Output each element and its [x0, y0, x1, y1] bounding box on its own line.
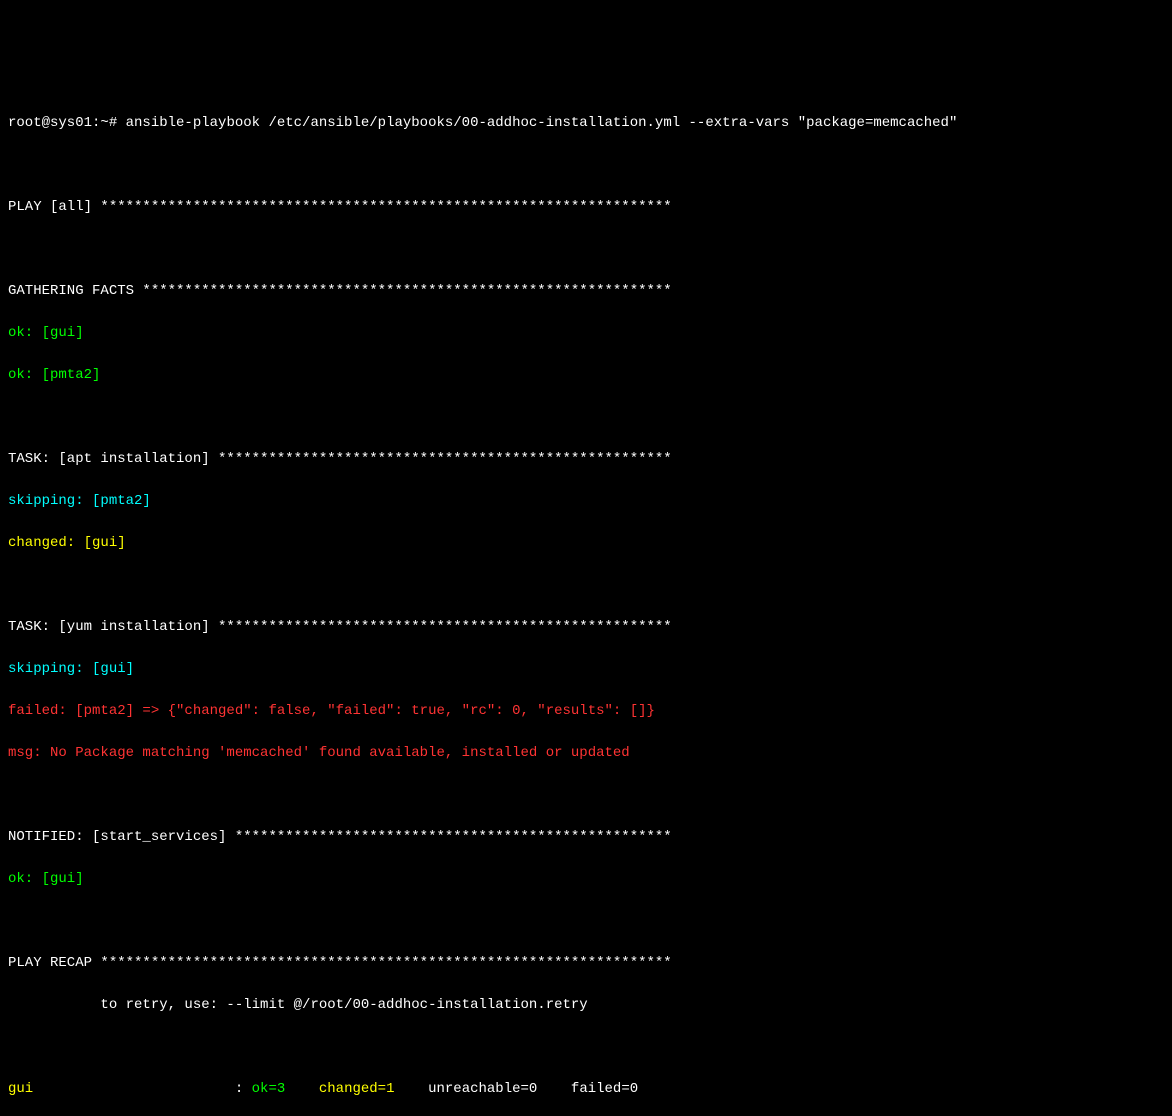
play-recap-header: PLAY RECAP *****************************…	[8, 953, 1164, 974]
changed-gui: changed: [gui]	[8, 533, 1164, 554]
recap-sep: :	[235, 1081, 252, 1097]
ok-pmta2: ok: [pmta2]	[8, 365, 1164, 386]
failed-pmta2: failed: [pmta2] => {"changed": false, "f…	[8, 701, 1164, 722]
error-msg: msg: No Package matching 'memcached' fou…	[8, 743, 1164, 764]
skipping-gui: skipping: [gui]	[8, 659, 1164, 680]
recap-changed: changed=1	[310, 1081, 419, 1097]
recap-ok: ok=3	[252, 1081, 311, 1097]
gathering-facts-header: GATHERING FACTS ************************…	[8, 281, 1164, 302]
recap-host: gui	[8, 1081, 235, 1097]
terminal-output: root@sys01:~# ansible-playbook /etc/ansi…	[8, 92, 1164, 1116]
task-apt-header: TASK: [apt installation] ***************…	[8, 449, 1164, 470]
ok-gui-notified: ok: [gui]	[8, 869, 1164, 890]
play-header: PLAY [all] *****************************…	[8, 197, 1164, 218]
skipping-pmta2: skipping: [pmta2]	[8, 491, 1164, 512]
task-yum-header: TASK: [yum installation] ***************…	[8, 617, 1164, 638]
shell-prompt: root@sys01:~#	[8, 115, 126, 131]
command-text: ansible-playbook /etc/ansible/playbooks/…	[126, 115, 958, 131]
ok-gui: ok: [gui]	[8, 323, 1164, 344]
recap-row-gui: gui : ok=3 changed=1 unreachable=0 faile…	[8, 1079, 1164, 1100]
recap-failed: failed=0	[563, 1081, 639, 1097]
recap-unreachable: unreachable=0	[420, 1081, 563, 1097]
retry-hint: to retry, use: --limit @/root/00-addhoc-…	[8, 995, 1164, 1016]
command-line[interactable]: root@sys01:~# ansible-playbook /etc/ansi…	[8, 113, 1164, 134]
notified-header: NOTIFIED: [start_services] *************…	[8, 827, 1164, 848]
